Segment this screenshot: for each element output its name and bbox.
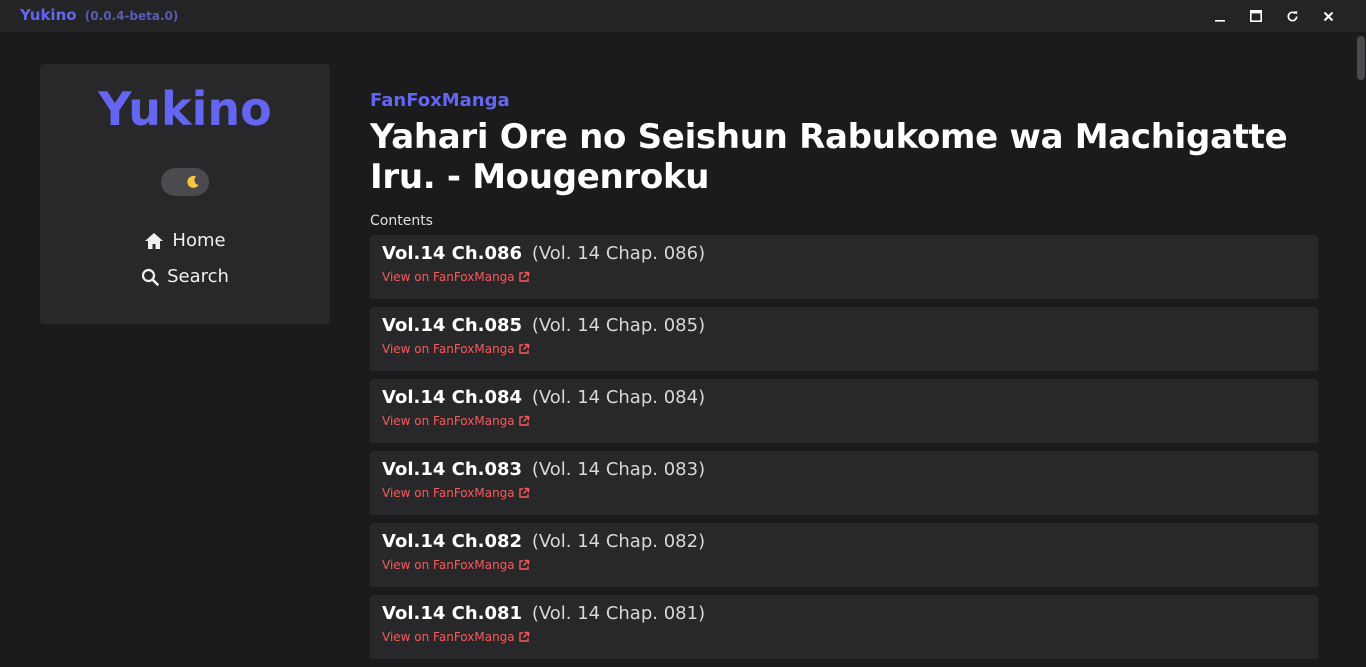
close-button[interactable]: [1310, 0, 1346, 32]
link-label: View on FanFoxManga: [382, 630, 515, 644]
source-name: FanFoxManga: [370, 90, 510, 111]
theme-toggle[interactable]: [161, 168, 209, 196]
chapter-subtitle: (Vol. 14 Chap. 086): [531, 243, 706, 264]
chapter-item[interactable]: Vol.14 Ch.082 (Vol. 14 Chap. 082) View o…: [370, 523, 1318, 587]
sidebar-item-label: Home: [172, 230, 226, 251]
external-link-icon: [518, 487, 529, 498]
chapter-subtitle: (Vol. 14 Chap. 081): [531, 603, 706, 624]
link-label: View on FanFoxManga: [382, 486, 515, 500]
app-version: (0.0.4-beta.0): [84, 9, 179, 23]
chapter-subtitle: (Vol. 14 Chap. 083): [531, 459, 706, 480]
page-title: Yahari Ore no Seishun Rabukome wa Machig…: [370, 117, 1288, 197]
external-link-icon: [518, 415, 529, 426]
chapter-name: Vol.14 Ch.081: [382, 603, 523, 624]
link-label: View on FanFoxManga: [382, 414, 515, 428]
view-on-source-link[interactable]: View on FanFoxManga: [382, 558, 530, 572]
sidebar-item-search[interactable]: Search: [40, 266, 330, 287]
reload-button[interactable]: [1274, 0, 1310, 32]
chapter-item[interactable]: Vol.14 Ch.081 (Vol. 14 Chap. 081) View o…: [370, 595, 1318, 659]
sidebar-item-home[interactable]: Home: [40, 230, 330, 251]
chapter-name: Vol.14 Ch.083: [382, 459, 523, 480]
chapter-item[interactable]: Vol.14 Ch.085 (Vol. 14 Chap. 085) View o…: [370, 307, 1318, 371]
maximize-icon: [1250, 10, 1262, 22]
window-title: Yukino (0.0.4-beta.0): [20, 6, 178, 24]
brand-logo: Yukino: [98, 82, 272, 136]
chapter-name: Vol.14 Ch.084: [382, 387, 523, 408]
chapter-subtitle: (Vol. 14 Chap. 084): [531, 387, 706, 408]
window-controls: [1202, 0, 1346, 32]
external-link-icon: [518, 631, 529, 642]
link-label: View on FanFoxManga: [382, 270, 515, 284]
close-icon: [1323, 11, 1333, 21]
reload-icon: [1287, 10, 1298, 21]
minimize-button[interactable]: [1202, 0, 1238, 32]
app-name: Yukino: [20, 6, 77, 24]
maximize-button[interactable]: [1238, 0, 1274, 32]
main-content: FanFoxManga Yahari Ore no Seishun Rabuko…: [370, 90, 1318, 667]
sidebar-item-label: Search: [167, 266, 229, 287]
chapter-name: Vol.14 Ch.082: [382, 531, 523, 552]
chapter-item[interactable]: Vol.14 Ch.086 (Vol. 14 Chap. 086) View o…: [370, 235, 1318, 299]
title-bar: Yukino (0.0.4-beta.0): [0, 0, 1366, 32]
link-label: View on FanFoxManga: [382, 558, 515, 572]
view-on-source-link[interactable]: View on FanFoxManga: [382, 342, 530, 356]
contents-label: Contents: [370, 213, 433, 229]
view-on-source-link[interactable]: View on FanFoxManga: [382, 270, 530, 284]
link-label: View on FanFoxManga: [382, 342, 515, 356]
scrollbar-thumb[interactable]: [1357, 36, 1365, 80]
minimize-icon: [1215, 20, 1225, 22]
chapter-subtitle: (Vol. 14 Chap. 082): [531, 531, 706, 552]
scrollbar[interactable]: [1356, 32, 1366, 649]
external-link-icon: [518, 343, 529, 354]
chapter-name: Vol.14 Ch.086: [382, 243, 523, 264]
external-link-icon: [518, 559, 529, 570]
view-on-source-link[interactable]: View on FanFoxManga: [382, 414, 530, 428]
chapter-name: Vol.14 Ch.085: [382, 315, 523, 336]
search-icon: [141, 268, 159, 286]
view-on-source-link[interactable]: View on FanFoxManga: [382, 486, 530, 500]
sidebar: Yukino Home Search: [40, 64, 330, 324]
external-link-icon: [518, 271, 529, 282]
chapter-item[interactable]: Vol.14 Ch.083 (Vol. 14 Chap. 083) View o…: [370, 451, 1318, 515]
chapter-subtitle: (Vol. 14 Chap. 085): [531, 315, 706, 336]
home-icon: [145, 232, 164, 249]
view-on-source-link[interactable]: View on FanFoxManga: [382, 630, 530, 644]
chapter-list: Vol.14 Ch.086 (Vol. 14 Chap. 086) View o…: [370, 235, 1318, 659]
moon-icon: [183, 172, 203, 192]
chapter-item[interactable]: Vol.14 Ch.084 (Vol. 14 Chap. 084) View o…: [370, 379, 1318, 443]
